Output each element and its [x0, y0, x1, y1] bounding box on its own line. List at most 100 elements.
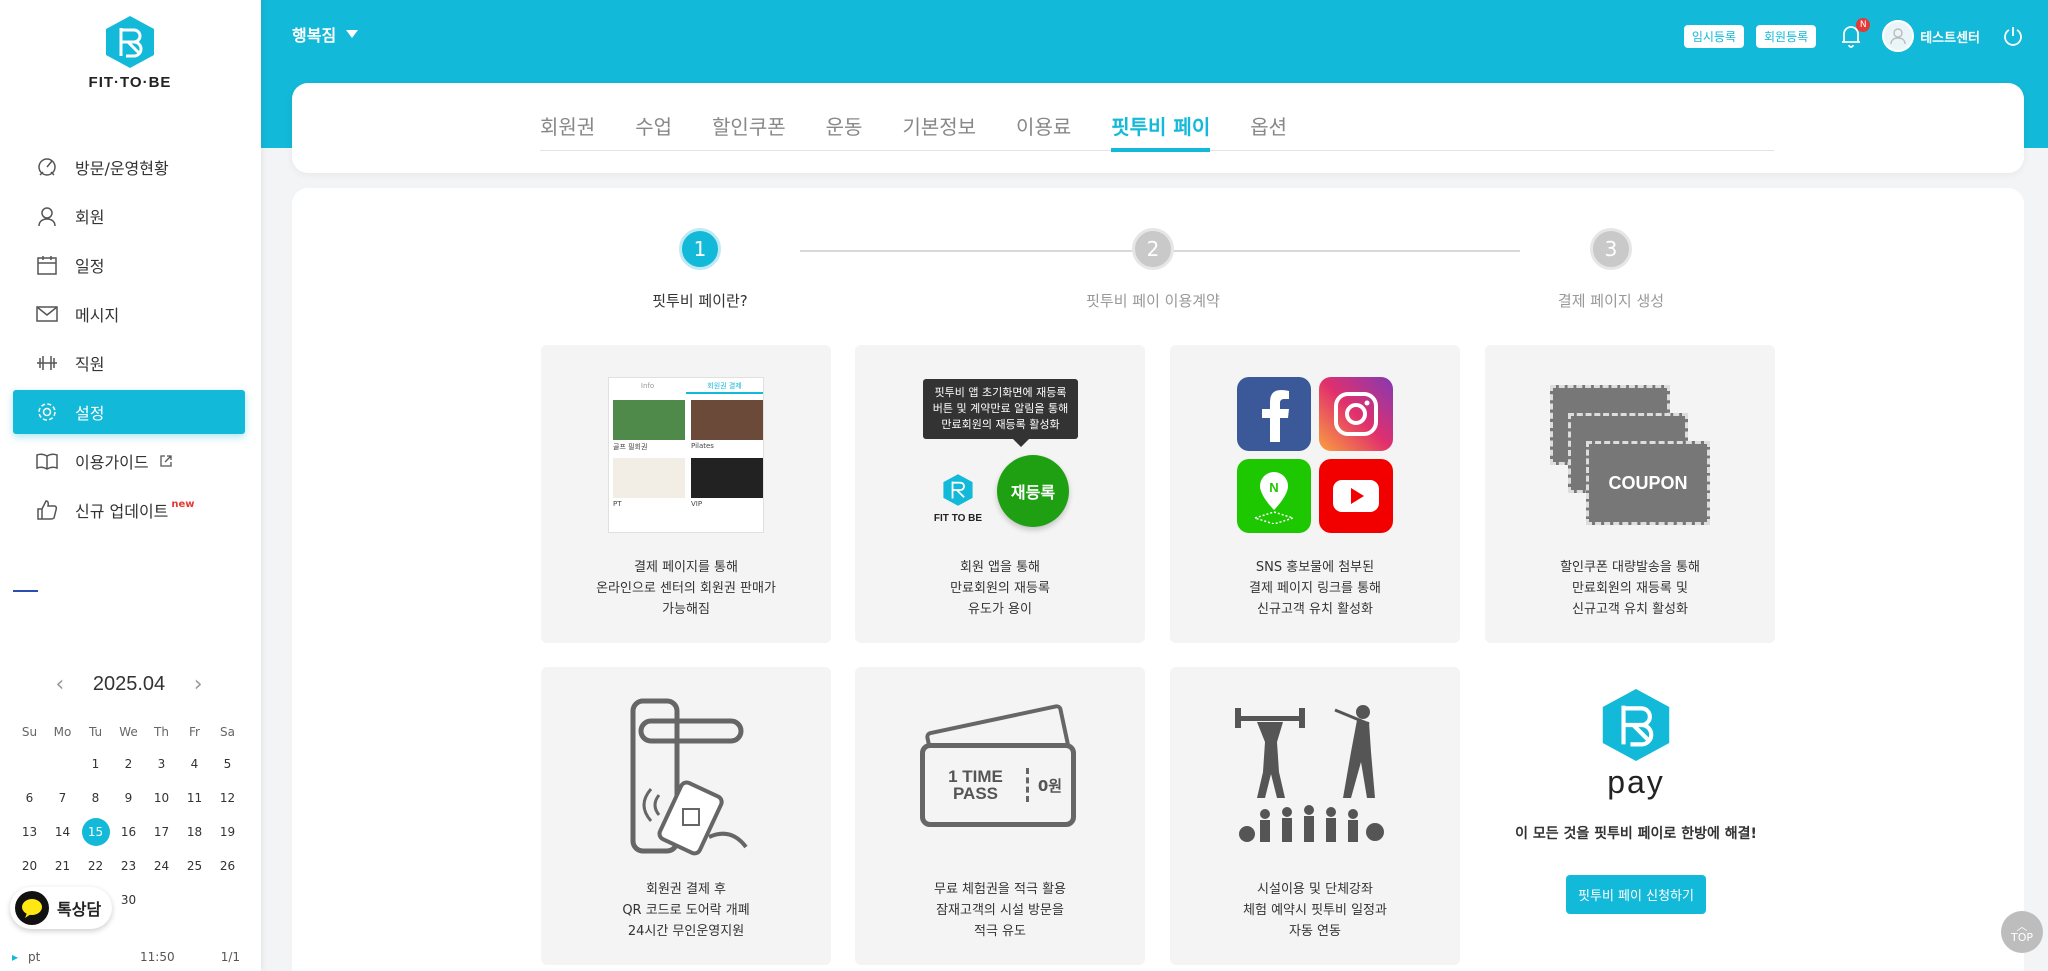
calendar-day[interactable]: 12 — [211, 783, 244, 813]
fitness-silhouette-illustration — [1170, 697, 1460, 857]
hexagon-logo-icon — [106, 16, 154, 68]
sidebar-item-members[interactable]: 회원 — [13, 194, 245, 238]
ticket-line: 1 TIME — [948, 767, 1003, 786]
card-description: 무료 체험권을 적극 활용 잠재고객의 시설 방문을 적극 유도 — [855, 879, 1145, 942]
tab-1[interactable]: 수업 — [635, 111, 672, 151]
gym-selector[interactable]: 행복짐 — [292, 22, 359, 46]
calendar-day[interactable]: 8 — [79, 783, 112, 813]
card-description: SNS 홍보물에 첨부된 결제 페이지 링크를 통해 신규고객 유치 활성화 — [1170, 557, 1460, 620]
schedule-row[interactable]: pt 11:50 1/1 — [10, 950, 240, 964]
tab-0[interactable]: 회원권 — [540, 111, 595, 151]
dashboard-icon — [35, 155, 59, 179]
calendar-day[interactable]: 25 — [178, 851, 211, 881]
tab-4[interactable]: 기본정보 — [902, 111, 976, 151]
sidebar-item-label: 회원 — [75, 208, 105, 227]
weekday-label: Tu — [88, 725, 103, 739]
desc-line: 자동 연동 — [1289, 924, 1341, 939]
hexagon-logo-icon — [943, 474, 973, 506]
thumb-tab: 회원권 결제 — [686, 378, 763, 394]
calendar-grid: Su Mo Tu We Th Fr Sa 1 2 3 4 5 6 7 8 9 10 11 12 13 14 15 16 17 1… — [13, 719, 245, 915]
step-1[interactable]: 1 핏투비 페이란? — [580, 220, 820, 311]
ticket-line: PASS — [952, 784, 999, 803]
scroll-top-button[interactable]: ︿ TOP — [2001, 911, 2043, 953]
member-register-button[interactable]: 회원등록 — [1756, 24, 1817, 48]
calendar-day[interactable]: 26 — [211, 851, 244, 881]
temp-register-button[interactable]: 임시등록 — [1683, 24, 1745, 48]
calendar-day[interactable]: 21 — [46, 851, 79, 881]
calendar-day[interactable]: 17 — [145, 817, 178, 847]
calendar-day[interactable]: 5 — [211, 749, 244, 779]
desc-line: 적극 유도 — [974, 924, 1026, 939]
calendar-day[interactable]: 18 — [178, 817, 211, 847]
next-month-button[interactable]: › — [181, 667, 215, 701]
step-2[interactable]: 2 핏투비 페이 이용계약 — [1033, 220, 1273, 311]
calendar-day[interactable]: 11 — [178, 783, 211, 813]
user-name[interactable]: 테스트센터 — [1920, 27, 1980, 46]
step-3[interactable]: 3 결제 페이지 생성 — [1491, 220, 1731, 311]
weekday-label: Sa — [220, 725, 235, 739]
calendar-day[interactable]: 10 — [145, 783, 178, 813]
desc-line: 체험 예약시 핏투비 일정과 — [1243, 903, 1387, 918]
calendar-day[interactable]: 16 — [112, 817, 145, 847]
fittobe-logo[interactable]: FIT·TO·BE — [80, 14, 180, 91]
calendar-day[interactable]: 7 — [46, 783, 79, 813]
facebook-icon — [1237, 377, 1311, 451]
bell-icon[interactable]: N — [1840, 18, 1871, 48]
thumbs-up-icon — [35, 498, 59, 522]
feature-card-qr-door: 회원권 결제 후 QR 코드로 도어락 개폐 24시간 무인운영지원 — [541, 667, 831, 965]
settings-tabs: 회원권 수업 할인쿠폰 운동 기본정보 이용료 핏투비 페이 옵션 — [540, 111, 1774, 152]
weekday-label: Mo — [53, 725, 72, 739]
dumbbell-icon — [35, 351, 59, 375]
desc-line: 회원권 결제 후 — [645, 882, 727, 897]
pay-cta: pay 이 모든 것을 핏투비 페이로 한방에 해결! 핏투비 페이 신청하기 — [1491, 662, 1781, 960]
today-marker: 15 — [81, 818, 110, 846]
calendar-day[interactable]: 30 — [112, 885, 145, 915]
desc-line: SNS 홍보물에 첨부된 — [1255, 560, 1375, 575]
calendar-day[interactable]: 15 — [79, 817, 112, 847]
desc-line: 24시간 무인운영지원 — [627, 924, 745, 939]
calendar-day[interactable]: 3 — [145, 749, 178, 779]
calendar-day[interactable]: 1 — [79, 749, 112, 779]
desc-line: 잠재고객의 시설 방문을 — [936, 903, 1064, 918]
coupon-text: COUPON — [1586, 441, 1710, 525]
sidebar-item-messages[interactable]: 메시지 — [13, 292, 245, 336]
desc-line: 유도가 용이 — [968, 602, 1032, 617]
calendar-day[interactable]: 24 — [145, 851, 178, 881]
calendar-day[interactable]: 23 — [112, 851, 145, 881]
calendar-day[interactable]: 13 — [13, 817, 46, 847]
sidebar-item-schedule[interactable]: 일정 — [13, 243, 245, 287]
kakao-chat-button[interactable]: 톡상담 — [10, 887, 112, 929]
sidebar-item-staff[interactable]: 직원 — [13, 341, 245, 385]
step-number: 3 — [1590, 228, 1632, 270]
calendar-day[interactable]: 19 — [211, 817, 244, 847]
calendar-day[interactable]: 4 — [178, 749, 211, 779]
prev-month-button[interactable]: ‹ — [43, 667, 77, 701]
apply-pay-button[interactable]: 핏투비 페이 신청하기 — [1566, 875, 1706, 914]
gym-name: 행복짐 — [292, 26, 337, 45]
naver-place-icon: N — [1237, 459, 1311, 533]
sidebar-item-settings[interactable]: 설정 — [13, 390, 245, 434]
feature-card-coupon: COUPON COUPON COUPON 할인쿠폰 대량발송을 통해 만료회원의… — [1485, 345, 1775, 643]
feature-card-sns: N SNS 홍보물에 첨부된 결제 페이지 링크를 통해 신규고객 유치 활성화 — [1170, 345, 1460, 643]
calendar-day[interactable]: 22 — [79, 851, 112, 881]
tab-3[interactable]: 운동 — [826, 111, 863, 151]
avatar[interactable] — [1882, 20, 1915, 52]
tab-5[interactable]: 이용료 — [1016, 111, 1071, 151]
calendar-day[interactable]: 2 — [112, 749, 145, 779]
step-label: 결제 페이지 생성 — [1557, 292, 1665, 310]
sidebar-item-dashboard[interactable]: 방문/운영현황 — [13, 145, 245, 189]
tab-2[interactable]: 할인쿠폰 — [712, 111, 786, 151]
calendar-day[interactable]: 14 — [46, 817, 79, 847]
calendar-day[interactable]: 6 — [13, 783, 46, 813]
desc-line: 시설이용 및 단체강좌 — [1257, 882, 1373, 897]
sidebar-item-guide[interactable]: 이용가이드 — [13, 439, 245, 483]
calendar-day[interactable]: 20 — [13, 851, 46, 881]
tab-7[interactable]: 옵션 — [1250, 111, 1287, 151]
calendar-day[interactable]: 9 — [112, 783, 145, 813]
tab-6[interactable]: 핏투비 페이 — [1111, 111, 1210, 152]
sidebar-item-updates[interactable]: 신규 업데이트 new — [13, 488, 245, 532]
ticket-illustration: 1 TIME PASS 0원 — [855, 697, 1145, 857]
power-icon[interactable] — [2002, 25, 2024, 47]
sidebar-item-label: 메시지 — [75, 306, 120, 325]
instagram-icon — [1319, 377, 1393, 451]
